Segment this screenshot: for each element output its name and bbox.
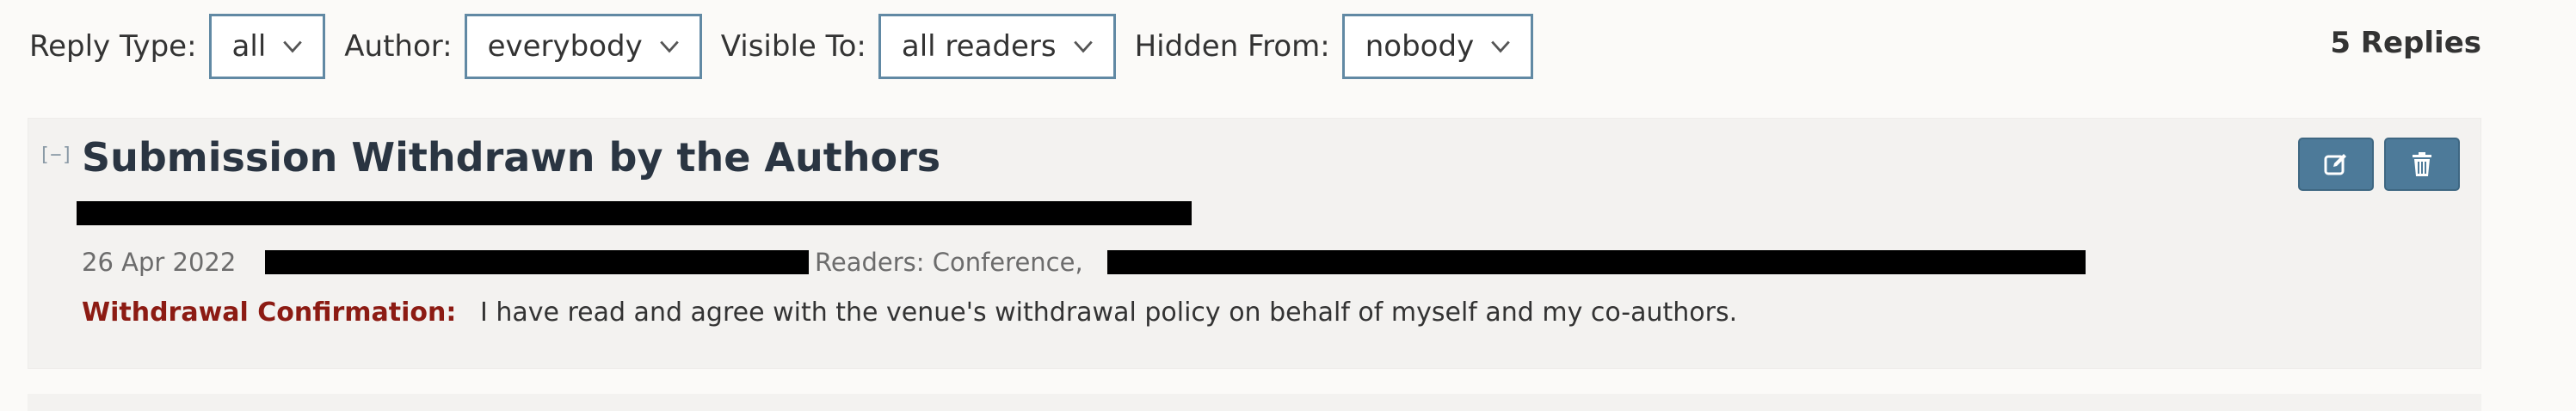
chevron-down-icon: [659, 40, 679, 53]
chevron-down-icon: [1491, 40, 1510, 53]
trash-icon: [2413, 152, 2431, 176]
hidden-from-value: nobody: [1365, 29, 1475, 64]
field-value: I have read and agree with the venue's w…: [479, 298, 1738, 328]
chevron-down-icon: [1073, 40, 1093, 53]
redacted-meta: [265, 250, 809, 274]
edit-icon: [2324, 154, 2346, 175]
visible-to-select[interactable]: all readers: [878, 14, 1116, 79]
filter-bar: Reply Type: all Author: everybody Visibl…: [29, 12, 1552, 81]
redacted-readers: [1107, 250, 2086, 274]
reply-type-label: Reply Type:: [29, 29, 197, 64]
edit-button[interactable]: [2298, 138, 2374, 191]
note-date: 26 Apr 2022: [82, 248, 237, 277]
delete-button[interactable]: [2384, 138, 2460, 191]
next-note-card: [28, 394, 2481, 411]
author-select[interactable]: everybody: [464, 14, 702, 79]
field-name: Withdrawal Confirmation:: [82, 298, 457, 328]
reply-type-select[interactable]: all: [208, 14, 326, 79]
visible-to-label: Visible To:: [720, 29, 866, 64]
reply-count: 5 Replies: [2330, 26, 2481, 60]
note-title: Submission Withdrawn by the Authors: [82, 134, 941, 181]
note-readers: Readers: Conference,: [815, 248, 1083, 277]
reply-type-value: all: [231, 29, 267, 64]
author-value: everybody: [487, 29, 643, 64]
hidden-from-label: Hidden From:: [1134, 29, 1330, 64]
note-card: [−] Submission Withdrawn by the Authors …: [28, 118, 2481, 369]
visible-to-value: all readers: [901, 29, 1057, 64]
redacted-signatures: [77, 201, 1192, 225]
collapse-toggle[interactable]: [−]: [39, 144, 73, 166]
note-field-withdrawal-confirmation: Withdrawal Confirmation: I have read and…: [82, 298, 1737, 328]
author-label: Author:: [344, 29, 453, 64]
chevron-down-icon: [283, 40, 303, 53]
hidden-from-select[interactable]: nobody: [1341, 14, 1534, 79]
